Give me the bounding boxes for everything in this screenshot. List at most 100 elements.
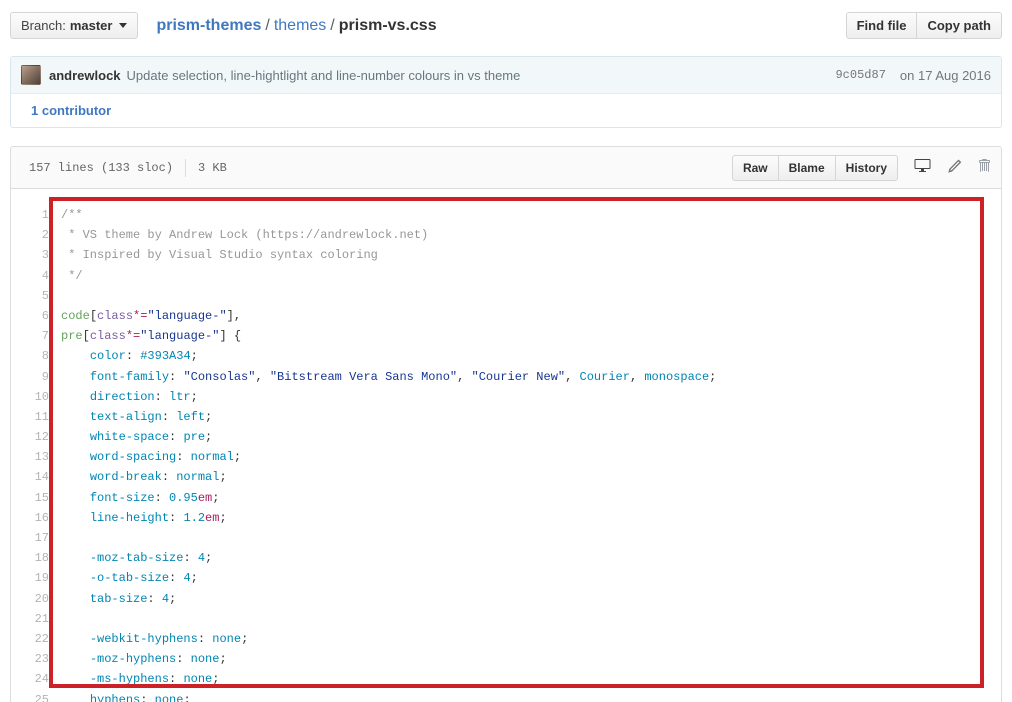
line-number[interactable]: 21 xyxy=(11,609,61,629)
code-line-content: * VS theme by Andrew Lock (https://andre… xyxy=(61,228,429,243)
line-number[interactable]: 4 xyxy=(11,266,61,286)
code-line: 20 tab-size: 4; xyxy=(11,589,1001,609)
line-number[interactable]: 13 xyxy=(11,447,61,467)
code-line-content: code[class*="language-"], xyxy=(61,308,242,323)
code-blob: 1/** 2 * VS theme by Andrew Lock (https:/… xyxy=(11,189,1001,702)
line-number[interactable]: 14 xyxy=(11,467,61,487)
code-line: 10 direction: ltr; xyxy=(11,387,1001,407)
file-view-button-group: Raw Blame History xyxy=(731,154,898,181)
branch-name: master xyxy=(69,18,113,33)
branch-label: Branch: xyxy=(21,18,66,33)
find-file-button[interactable]: Find file xyxy=(845,12,918,39)
line-number[interactable]: 19 xyxy=(11,568,61,588)
line-number[interactable]: 10 xyxy=(11,387,61,407)
code-line: 13 word-spacing: normal; xyxy=(11,447,1001,467)
code-line-content: line-height: 1.2em; xyxy=(89,510,227,525)
code-line-content: /** xyxy=(61,208,83,222)
line-number[interactable]: 18 xyxy=(11,548,61,568)
trash-icon xyxy=(978,158,991,177)
chevron-down-icon xyxy=(119,23,128,28)
code-line: 24 -ms-hyphens: none; xyxy=(11,669,1001,689)
code-line-content: -webkit-hyphens: none; xyxy=(89,631,249,646)
code-line: 2 * VS theme by Andrew Lock (https://and… xyxy=(11,225,1001,245)
code-line: 11 text-align: left; xyxy=(11,407,1001,427)
code-line: 12 white-space: pre; xyxy=(11,427,1001,447)
line-number[interactable]: 23 xyxy=(11,649,61,669)
code-line: 6 code[class*="language-"], xyxy=(11,306,1001,326)
line-number[interactable]: 16 xyxy=(11,508,61,528)
open-in-desktop-button[interactable] xyxy=(914,158,931,177)
commit-author-link[interactable]: andrewlock xyxy=(49,68,121,83)
file-view-page: Branch: master prism-themes / themes / prism… xyxy=(0,0,1012,702)
code-line: 22 -webkit-hyphens: none; xyxy=(11,629,1001,649)
commit-meta: 9c05d87 on 17 Aug 2016 xyxy=(835,68,991,83)
code-line-content: white-space: pre; xyxy=(89,430,213,445)
line-number[interactable]: 12 xyxy=(11,427,61,447)
file-header: 157 lines (133 sloc) 3 KB Raw Blame Hist… xyxy=(11,147,1001,189)
contributors-link[interactable]: 1 contributor xyxy=(31,103,111,118)
commit-message-link[interactable]: Update selection, line-hightlight and li… xyxy=(127,68,521,83)
code-line: 25 hyphens: none; xyxy=(11,690,1001,702)
file-box: 157 lines (133 sloc) 3 KB Raw Blame Hist… xyxy=(10,146,1002,702)
code-line: 21 xyxy=(11,609,1001,629)
line-number[interactable]: 22 xyxy=(11,629,61,649)
breadcrumb-separator: / xyxy=(265,16,270,34)
breadcrumb-separator: / xyxy=(330,16,335,34)
code-line: 16 line-height: 1.2em; xyxy=(11,508,1001,528)
breadcrumb-dir-link[interactable]: themes xyxy=(274,17,326,34)
line-number[interactable]: 7 xyxy=(11,326,61,346)
code-line-content: -moz-hyphens: none; xyxy=(89,652,227,667)
avatar[interactable] xyxy=(21,65,41,85)
breadcrumb-repo-link[interactable]: prism-themes xyxy=(156,17,261,34)
topbar-actions: Find file Copy path xyxy=(845,12,1002,39)
line-number[interactable]: 17 xyxy=(11,528,61,548)
commit-sha-link[interactable]: 9c05d87 xyxy=(835,68,885,82)
line-number[interactable]: 2 xyxy=(11,225,61,245)
code-line-content: -o-tab-size: 4; xyxy=(89,571,198,586)
raw-button[interactable]: Raw xyxy=(731,154,779,181)
delete-file-button[interactable] xyxy=(978,158,991,177)
code-line: 18 -moz-tab-size: 4; xyxy=(11,548,1001,568)
line-number[interactable]: 9 xyxy=(11,367,61,387)
code-line-content: font-size: 0.95em; xyxy=(89,490,220,505)
file-lines-info: 157 lines (133 sloc) xyxy=(29,160,174,175)
line-number[interactable]: 24 xyxy=(11,669,61,689)
branch-select-button[interactable]: Branch: master xyxy=(10,12,139,39)
breadcrumb-filename: prism-vs.css xyxy=(338,16,437,34)
code-line-content: text-align: left; xyxy=(89,409,213,424)
code-line-content: -ms-hyphens: none; xyxy=(89,672,220,687)
file-size: 3 KB xyxy=(198,160,227,175)
line-number[interactable]: 15 xyxy=(11,488,61,508)
code-line: 7 pre[class*="language-"] { xyxy=(11,326,1001,346)
line-number[interactable]: 25 xyxy=(11,690,61,702)
code-line: 14 word-break: normal; xyxy=(11,467,1001,487)
copy-path-button[interactable]: Copy path xyxy=(916,12,1002,39)
edit-file-button[interactable] xyxy=(947,158,962,177)
line-number[interactable]: 5 xyxy=(11,286,61,306)
commit-date: on 17 Aug 2016 xyxy=(899,67,991,83)
line-number[interactable]: 8 xyxy=(11,346,61,366)
code-line: 3 * Inspired by Visual Studio syntax col… xyxy=(11,245,1001,265)
code-line-content: * Inspired by Visual Studio syntax color… xyxy=(61,248,378,263)
blame-button[interactable]: Blame xyxy=(777,154,836,181)
pencil-icon xyxy=(947,158,962,177)
code-line-content: direction: ltr; xyxy=(89,389,198,404)
code-line-content: tab-size: 4; xyxy=(89,591,177,606)
code-line: 23 -moz-hyphens: none; xyxy=(11,649,1001,669)
code-line-content: -moz-tab-size: 4; xyxy=(89,551,213,566)
code-line: 19 -o-tab-size: 4; xyxy=(11,568,1001,588)
line-number[interactable]: 3 xyxy=(11,245,61,265)
code-line: 1/** xyxy=(11,205,1001,225)
line-number[interactable]: 20 xyxy=(11,589,61,609)
line-number[interactable]: 11 xyxy=(11,407,61,427)
line-number[interactable]: 6 xyxy=(11,306,61,326)
code-line-content: word-break: normal; xyxy=(89,470,227,485)
file-info-divider xyxy=(185,158,187,177)
file-info: 157 lines (133 sloc) 3 KB xyxy=(21,158,227,177)
history-button[interactable]: History xyxy=(834,154,898,181)
line-number[interactable]: 1 xyxy=(11,205,61,225)
breadcrumb: prism-themes / themes / prism-vs.css xyxy=(156,17,436,35)
code-line: 5 xyxy=(11,286,1001,306)
code-line: 17 xyxy=(11,528,1001,548)
contributors-row: 1 contributor xyxy=(11,93,1001,127)
